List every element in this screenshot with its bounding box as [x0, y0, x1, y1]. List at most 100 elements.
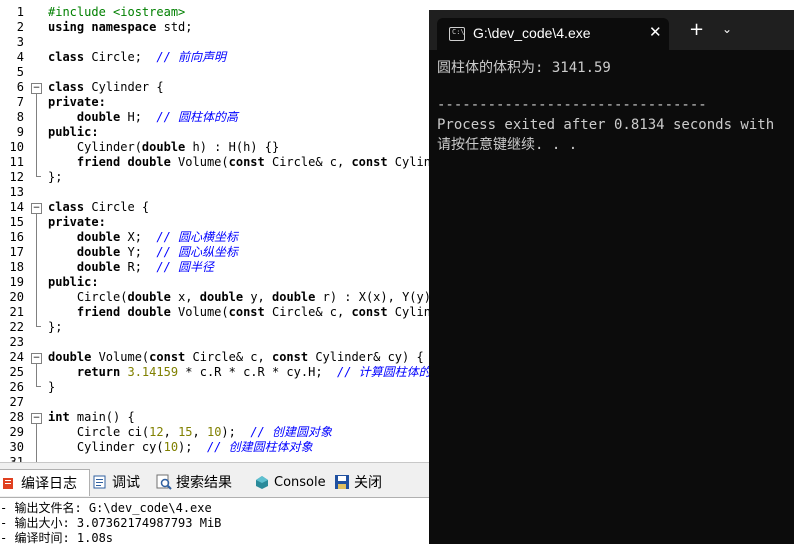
console-icon — [256, 476, 268, 489]
line-number: 6 — [16, 80, 24, 94]
fold-toggle-cylinder[interactable]: − — [31, 83, 42, 94]
code-token: std; — [156, 20, 193, 34]
fold-toggle-circle[interactable]: − — [31, 203, 42, 214]
line-number: 2 — [16, 20, 24, 34]
code-token: friend double — [48, 305, 171, 319]
compile-log-output: - 输出文件名: G:\dev_code\4.exe - 输出大小: 3.073… — [0, 498, 440, 545]
code-token: const — [271, 350, 309, 364]
fold-guide-end — [36, 386, 41, 387]
tab-close[interactable]: 关闭 — [334, 469, 382, 495]
code-line-12: }; — [48, 170, 62, 185]
line-number: 11 — [9, 155, 24, 169]
console-output-line: 圆柱体的体积为: 3141.59 — [437, 60, 611, 76]
code-token: const — [351, 155, 388, 169]
line-number: 31 — [9, 455, 24, 462]
line-number: 22 — [9, 320, 24, 334]
close-icon[interactable]: ✕ — [649, 23, 662, 41]
code-comment: // 创建圆对象 — [250, 425, 333, 439]
line-number-gutter: 1 2 3 4 5 6 7 8 9 10 11 12 13 14 15 16 17 18 19 20 21 22 23 24 2… — [0, 0, 44, 462]
tab-console[interactable]: Console — [254, 469, 326, 495]
code-token: Circle( — [48, 290, 128, 304]
fold-guide — [36, 364, 37, 386]
console-titlebar: C:\ G:\dev_code\4.exe ✕ + ⌄ — [429, 10, 794, 50]
code-line-17: double Y; // 圆心纵坐标 — [48, 245, 238, 260]
code-line-10: Cylinder(double h) : H(h) {} — [48, 140, 279, 155]
line-number: 7 — [16, 95, 24, 109]
code-token: public: — [48, 125, 99, 139]
code-comment: // 圆心纵坐标 — [156, 245, 239, 259]
line-number: 30 — [9, 440, 24, 454]
code-token: Cylinder( — [48, 140, 142, 154]
code-token: const — [351, 305, 388, 319]
line-number: 3 — [16, 35, 24, 49]
code-number: 10 — [163, 440, 179, 454]
code-line-9: public: — [48, 125, 99, 140]
line-number: 13 — [9, 185, 24, 199]
code-token: using namespace — [48, 20, 157, 34]
tab-label: 调试 — [112, 475, 140, 491]
code-token: } — [48, 380, 56, 394]
code-line-16: double X; // 圆心横坐标 — [48, 230, 238, 245]
line-number: 18 — [9, 260, 24, 274]
fold-toggle-main[interactable]: − — [31, 413, 42, 424]
tab-compile-log[interactable]: 编译日志 — [0, 469, 90, 496]
terminal-icon-text: C:\ — [452, 28, 465, 36]
line-number: 28 — [9, 410, 24, 424]
fold-toggle-volume[interactable]: − — [31, 353, 42, 364]
console-tab[interactable]: C:\ G:\dev_code\4.exe ✕ — [437, 18, 669, 50]
code-token: H; — [120, 110, 157, 124]
code-token: return — [48, 365, 121, 379]
code-token: Cylinder { — [84, 80, 164, 94]
panel-tabs: 编译日志 调试 搜索结果 Console 关闭 — [0, 467, 440, 498]
tab-debug[interactable]: 调试 — [92, 469, 140, 495]
code-line-20: Circle(double x, double y, double r) : X… — [48, 290, 438, 305]
chevron-down-icon[interactable]: ⌄ — [722, 22, 732, 36]
code-token: double — [141, 140, 186, 154]
code-token: h) : H(h) {} — [185, 140, 280, 154]
code-token: * c.R * c.R * cy.H; — [178, 365, 337, 379]
code-token: class — [48, 80, 85, 94]
code-token: double — [127, 290, 171, 304]
code-comment: // 圆半径 — [156, 260, 215, 274]
code-line-7: private: — [48, 95, 106, 110]
terminal-icon: C:\ — [449, 27, 465, 41]
code-token: double — [199, 290, 244, 304]
code-token: Y; — [120, 245, 157, 259]
code-token: int — [48, 410, 70, 424]
compile-log-icon — [3, 478, 13, 489]
code-line-14: class Circle { — [48, 200, 149, 215]
code-token: Circle& c, — [185, 350, 272, 364]
code-comment: // 创建圆柱体对象 — [206, 440, 313, 454]
tab-label: Console — [274, 474, 326, 490]
code-comment: // 圆心横坐标 — [156, 230, 239, 244]
code-token: private: — [48, 95, 106, 109]
code-line-11: friend double Volume(const Circle& c, co… — [48, 155, 440, 170]
code-line-26: } — [48, 380, 55, 395]
console-output-line: 请按任意键继续. . . — [437, 137, 578, 153]
line-number: 24 — [9, 350, 24, 364]
code-line-24: double Volume(const Circle& c, const Cyl… — [48, 350, 424, 365]
line-number: 29 — [9, 425, 24, 439]
code-number: 15 — [178, 425, 193, 439]
code-token: #include <iostream> — [48, 5, 186, 19]
code-line-21: friend double Volume(const Circle& c, co… — [48, 305, 440, 320]
code-editor[interactable]: 1 2 3 4 5 6 7 8 9 10 11 12 13 14 15 16 17 18 19 20 21 22 23 24 2… — [0, 0, 440, 462]
line-number: 25 — [9, 365, 24, 379]
code-token: }; — [48, 320, 63, 334]
code-token: main() { — [69, 410, 135, 424]
code-token: const — [149, 350, 186, 364]
code-token: Circle { — [84, 200, 150, 214]
console-window[interactable]: C:\ G:\dev_code\4.exe ✕ + ⌄ 圆柱体的体积为: 314… — [429, 10, 794, 544]
code-token: }; — [48, 170, 63, 184]
save-close-icon — [335, 475, 349, 489]
line-number: 8 — [16, 110, 24, 124]
log-line: - 输出大小: 3.07362174987793 MiB — [0, 516, 222, 530]
plus-icon[interactable]: + — [689, 20, 704, 40]
tab-label: 搜索结果 — [176, 475, 232, 491]
line-number: 20 — [9, 290, 24, 304]
tab-search-results[interactable]: 搜索结果 — [156, 469, 232, 495]
tab-label: 编译日志 — [21, 476, 77, 492]
code-token: ); — [178, 440, 207, 454]
code-token: Circle& c, — [264, 305, 352, 319]
code-line-29: Circle ci(12, 15, 10); // 创建圆对象 — [48, 425, 332, 440]
